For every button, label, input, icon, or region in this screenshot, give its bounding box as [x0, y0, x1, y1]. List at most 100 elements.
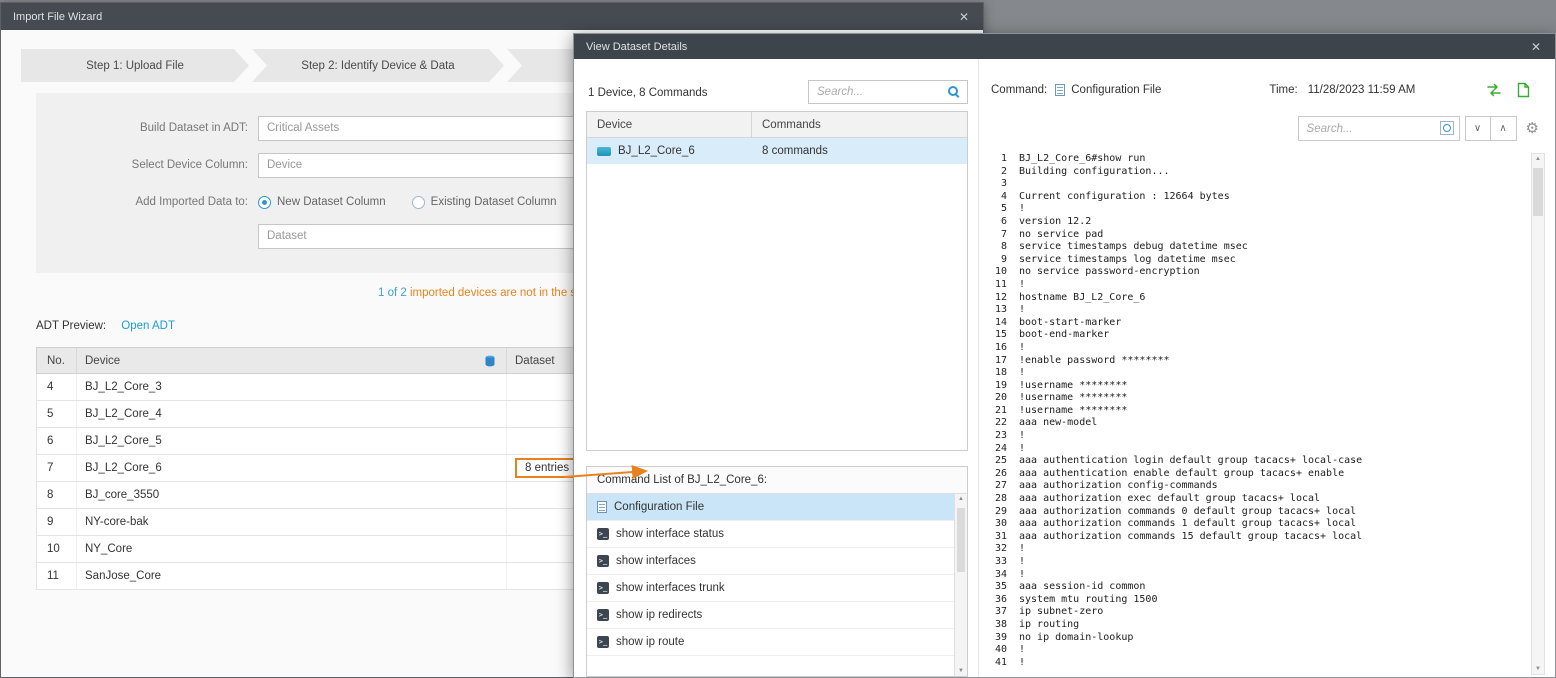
command-list-item[interactable]: Configuration File [587, 494, 967, 521]
code-line: 5 ! [989, 203, 1525, 216]
find-next-button[interactable]: ∨ [1465, 116, 1491, 141]
scrollbar-thumb[interactable] [957, 508, 965, 572]
radio-new-dataset-column[interactable] [258, 196, 271, 209]
device-header-label: Device [85, 355, 120, 367]
code-line: 34 ! [989, 569, 1525, 582]
dataset-entries-badge[interactable]: 8 entries [515, 458, 579, 478]
code-line: 38 ip routing [989, 619, 1525, 632]
column-header-commands: Commands [752, 119, 967, 131]
command-list-item[interactable]: show interface status [587, 521, 967, 548]
line-number: 13 [989, 304, 1007, 317]
import-warning-text: 1 of 2 imported devices are not in the s [378, 287, 576, 299]
code-search-input[interactable] [1299, 117, 1459, 140]
device-search-box [808, 80, 968, 104]
line-text: !username ******** [1019, 405, 1127, 418]
device-row[interactable]: BJ_L2_Core_6 8 commands [587, 138, 967, 164]
line-number: 25 [989, 455, 1007, 468]
code-line: 24 ! [989, 443, 1525, 456]
device-search-input[interactable] [809, 81, 967, 103]
code-line: 40 ! [989, 644, 1525, 657]
line-number: 8 [989, 241, 1007, 254]
line-number: 21 [989, 405, 1007, 418]
line-number: 35 [989, 581, 1007, 594]
line-number: 33 [989, 556, 1007, 569]
line-text: ! [1019, 556, 1025, 569]
viewer-action-icons [1486, 82, 1531, 98]
line-number: 29 [989, 506, 1007, 519]
warning-message: imported devices are not in the s [410, 287, 576, 299]
search-icon[interactable] [948, 86, 958, 96]
command-label: show interfaces trunk [616, 582, 725, 594]
row-device-name: BJ_core_3550 [77, 482, 507, 508]
line-text: no ip domain-lookup [1019, 632, 1133, 645]
command-label: show ip redirects [616, 609, 702, 621]
code-line: 30 aaa authorization commands 1 default … [989, 518, 1525, 531]
command-label: show interfaces [616, 555, 696, 567]
code-line: 2 Building configuration... [989, 166, 1525, 179]
details-close-icon[interactable]: ✕ [1529, 40, 1543, 54]
line-number: 6 [989, 216, 1007, 229]
code-line: 37 ip subnet-zero [989, 606, 1525, 619]
find-previous-button[interactable]: ∧ [1491, 116, 1517, 141]
line-number: 20 [989, 392, 1007, 405]
line-text: ! [1019, 543, 1025, 556]
column-header-no: No. [37, 348, 77, 373]
tab-step-2-identify-device-data[interactable]: Step 2: Identify Device & Data [252, 49, 504, 82]
gear-icon[interactable]: ⚙ [1526, 121, 1539, 136]
code-line: 19 !username ******** [989, 380, 1525, 393]
line-number: 7 [989, 229, 1007, 242]
command-list-item[interactable]: show interfaces trunk [587, 575, 967, 602]
device-column-input[interactable]: Device [258, 153, 591, 178]
chevron-down-icon: ∨ [1474, 123, 1481, 134]
details-title: View Dataset Details [586, 41, 1529, 53]
line-number: 19 [989, 380, 1007, 393]
line-number: 10 [989, 266, 1007, 279]
row-number: 4 [37, 374, 77, 400]
wizard-titlebar: Import File Wizard ✕ [1, 3, 983, 30]
line-text: !username ******** [1019, 392, 1127, 405]
line-number: 23 [989, 430, 1007, 443]
column-header-device: Device [77, 348, 507, 373]
compare-icon[interactable] [1486, 82, 1502, 98]
line-text: ip routing [1019, 619, 1079, 632]
build-dataset-input[interactable]: Critical Assets [258, 116, 591, 141]
line-number: 22 [989, 417, 1007, 430]
radio-existing-dataset-column[interactable] [412, 196, 425, 209]
line-number: 18 [989, 367, 1007, 380]
line-number: 34 [989, 569, 1007, 582]
find-in-page-icon[interactable] [1440, 121, 1454, 135]
code-line: 18 ! [989, 367, 1525, 380]
open-adt-link[interactable]: Open ADT [121, 320, 175, 332]
command-list-item[interactable]: show ip route [587, 629, 967, 656]
export-file-icon[interactable] [1516, 82, 1531, 98]
command-list-item[interactable]: show interfaces [587, 548, 967, 575]
code-line: 32 ! [989, 543, 1525, 556]
code-line: 13 ! [989, 304, 1525, 317]
line-text: ! [1019, 644, 1025, 657]
code-line: 4 Current configuration : 12664 bytes [989, 191, 1525, 204]
line-number: 41 [989, 657, 1007, 670]
code-scrollbar[interactable] [1531, 153, 1545, 675]
configuration-code-view[interactable]: 1 BJ_L2_Core_6#show run 2 Building confi… [989, 153, 1525, 677]
code-line: 41 ! [989, 657, 1525, 670]
command-value: Configuration File [1071, 84, 1161, 96]
line-number: 31 [989, 531, 1007, 544]
command-list-panel: Command List of BJ_L2_Core_6: Configurat… [586, 466, 968, 677]
tab-step-1-upload-file[interactable]: Step 1: Upload File [21, 49, 249, 82]
line-text: aaa authentication login default group t… [1019, 455, 1362, 468]
command-list-item[interactable]: show ip redirects [587, 602, 967, 629]
line-text: hostname BJ_L2_Core_6 [1019, 292, 1145, 305]
code-line: 31 aaa authorization commands 15 default… [989, 531, 1525, 544]
row-device-name: BJ_L2_Core_5 [77, 428, 507, 454]
code-line: 17 !enable password ******** [989, 355, 1525, 368]
time-label: Time: [1269, 84, 1297, 96]
dataset-name-input[interactable]: Dataset [258, 224, 591, 249]
line-number: 14 [989, 317, 1007, 330]
command-list-scrollbar[interactable] [954, 494, 967, 676]
row-device-name: BJ_L2_Core_6 [77, 455, 507, 481]
code-line: 33 ! [989, 556, 1525, 569]
wizard-close-icon[interactable]: ✕ [957, 10, 971, 24]
scrollbar-thumb[interactable] [1533, 168, 1543, 216]
device-name: BJ_L2_Core_6 [618, 145, 695, 157]
row-number: 9 [37, 509, 77, 535]
